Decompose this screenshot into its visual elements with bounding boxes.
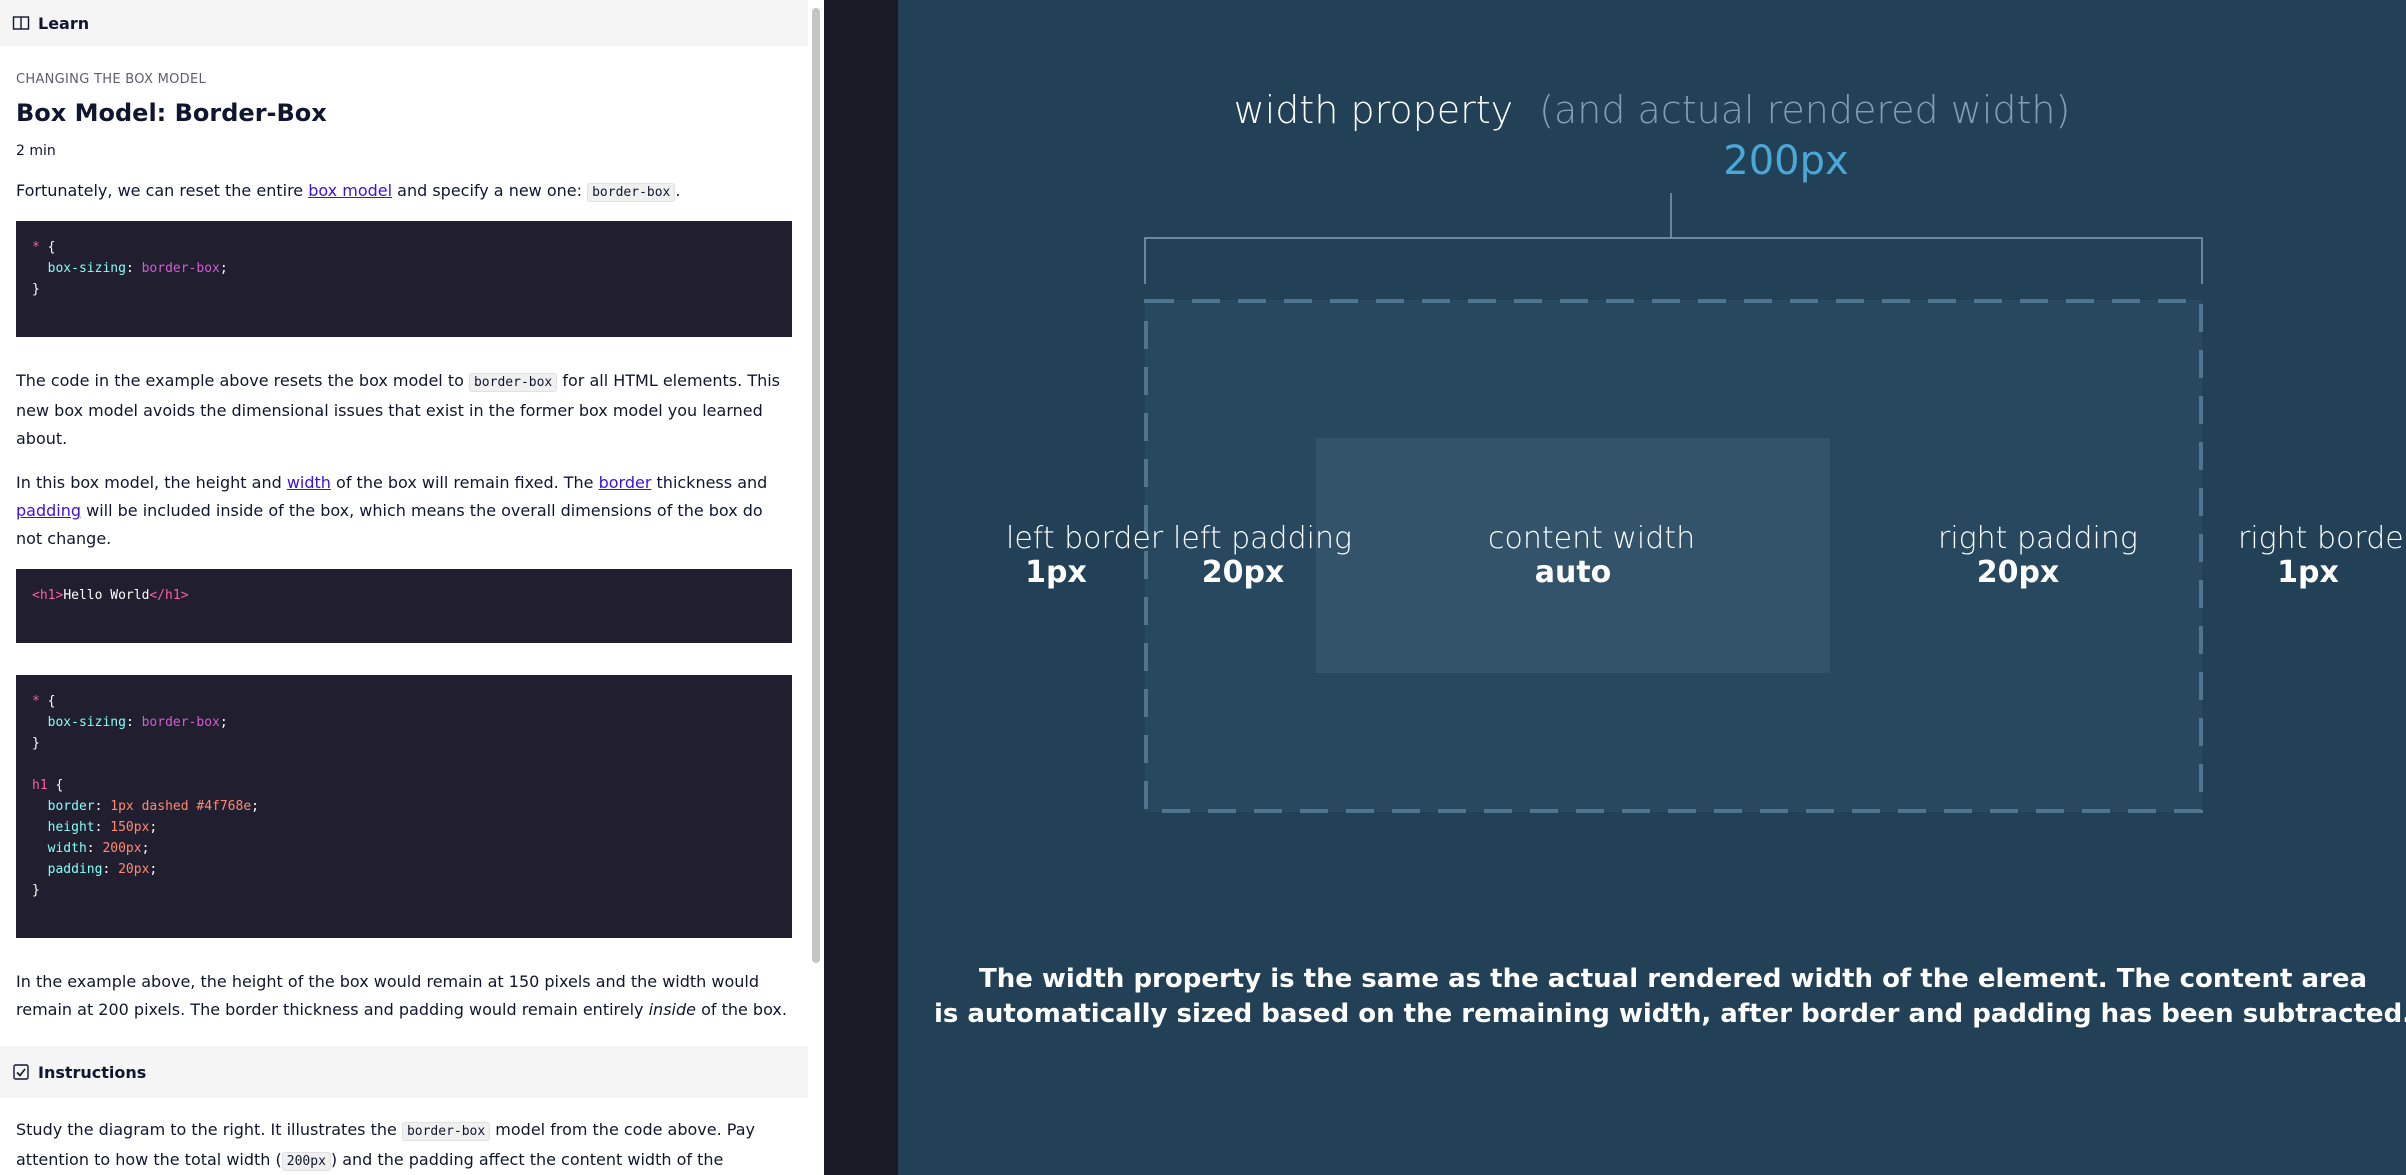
- lesson-duration: 2 min: [16, 143, 56, 159]
- scrollbar-thumb[interactable]: [812, 8, 820, 963]
- paragraph-fixed-dimensions: In this box model, the height and width …: [16, 473, 768, 548]
- left-border-label: left border 1px: [1006, 521, 1164, 590]
- checkbox-icon: [12, 1063, 30, 1081]
- width-link[interactable]: width: [287, 473, 331, 492]
- right-border-label: right border 1px: [2238, 521, 2406, 590]
- learn-header[interactable]: Learn: [0, 0, 808, 46]
- inline-code: 200px: [281, 1152, 331, 1171]
- border-link[interactable]: border: [599, 473, 652, 492]
- paragraph-example-result: In the example above, the height of the …: [16, 972, 787, 1019]
- code-block-universal-selector[interactable]: * { box-sizing: border-box; }: [16, 221, 792, 337]
- lesson-panel: Learn CHANGING THE BOX MODEL Box Model: …: [0, 0, 808, 1175]
- paragraph-reset: The code in the example above resets the…: [16, 371, 781, 448]
- padding-link[interactable]: padding: [16, 501, 81, 520]
- left-padding-label: left padding 20px: [1173, 521, 1352, 590]
- paragraph-intro: Fortunately, we can reset the entire box…: [16, 181, 681, 202]
- paragraph-instructions: Study the diagram to the right. It illus…: [16, 1120, 755, 1171]
- diagram-caption: The width property is the same as the ac…: [933, 964, 2406, 1029]
- instructions-header[interactable]: Instructions: [0, 1046, 808, 1098]
- learn-header-label: Learn: [38, 13, 90, 33]
- book-icon: [12, 14, 30, 32]
- lesson-kicker: CHANGING THE BOX MODEL: [16, 72, 207, 87]
- code-block-css[interactable]: * { box-sizing: border-box; } h1 { borde…: [16, 675, 792, 938]
- box-model-link[interactable]: box model: [308, 181, 392, 200]
- instructions-header-label: Instructions: [38, 1062, 147, 1082]
- content-width-label: content width auto: [1488, 521, 1696, 590]
- right-padding-label: right padding 20px: [1938, 521, 2138, 590]
- box-model-diagram: width property (and actual rendered width…: [898, 0, 2406, 1175]
- panel-divider[interactable]: [824, 0, 898, 1175]
- inline-code: border-box: [468, 373, 558, 392]
- inline-code: border-box: [587, 183, 676, 202]
- code-block-html[interactable]: <h1>Hello World</h1>: [16, 569, 792, 643]
- inline-code: border-box: [401, 1122, 491, 1141]
- lesson-title: Box Model: Border-Box: [16, 99, 327, 127]
